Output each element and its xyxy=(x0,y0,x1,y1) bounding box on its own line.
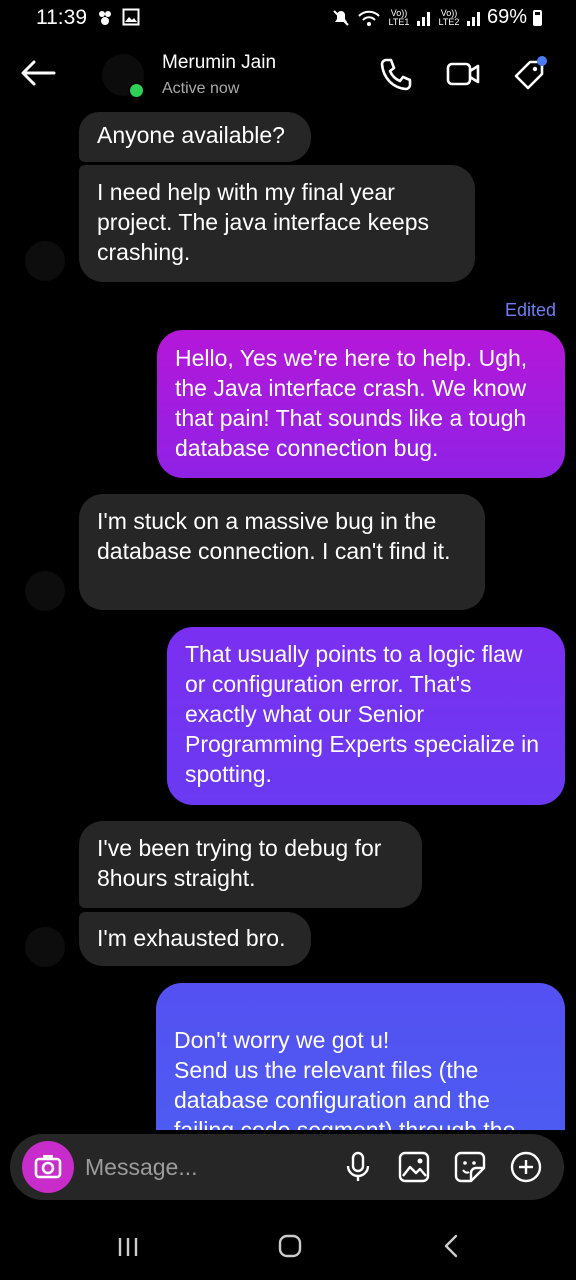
message-text: Hello, Yes we're here to help. Ugh, the … xyxy=(175,345,528,461)
gallery-icon[interactable] xyxy=(397,1150,431,1184)
message-thread[interactable]: Anyone available? I need help with my fi… xyxy=(0,110,576,1130)
status-time: 11:39 xyxy=(36,6,87,29)
contact-name[interactable]: Merumin Jain xyxy=(162,52,276,74)
message-text: That usually points to a logic flaw or c… xyxy=(185,641,540,787)
message-text: Don't worry we got u! Send us the releva… xyxy=(174,1027,516,1130)
video-icon[interactable] xyxy=(445,56,481,92)
camera-icon xyxy=(34,1155,62,1179)
mute-icon xyxy=(333,9,349,26)
contact-avatar-small[interactable] xyxy=(25,241,65,281)
message-composer xyxy=(10,1134,564,1200)
incoming-message[interactable]: I'm exhausted bro. xyxy=(79,912,311,966)
status-right-icons: Vo)) LTE1 Vo)) LTE2 69% xyxy=(331,6,542,29)
camera-button[interactable] xyxy=(22,1141,74,1193)
message-text: I've been trying to debug for 8hours str… xyxy=(97,835,382,891)
message-text: I'm stuck on a massive bug in the databa… xyxy=(97,508,451,564)
message-input[interactable] xyxy=(85,1152,325,1182)
incoming-message[interactable]: Anyone available? xyxy=(79,112,311,162)
sim1-label: Vo)) LTE1 xyxy=(388,7,410,27)
incoming-message[interactable]: I've been trying to debug for 8hours str… xyxy=(79,821,422,908)
message-text: I need help with my final year project. … xyxy=(97,179,429,265)
signal-1-icon xyxy=(416,11,430,26)
back-nav-icon[interactable] xyxy=(432,1230,472,1262)
sim2-label: Vo)) LTE2 xyxy=(438,7,460,27)
edited-label: Edited xyxy=(504,300,556,320)
online-status-dot xyxy=(128,82,145,99)
tag-icon[interactable] xyxy=(512,56,548,92)
home-icon[interactable] xyxy=(270,1230,310,1262)
sticker-icon[interactable] xyxy=(453,1150,487,1184)
outgoing-message[interactable]: That usually points to a logic flaw or c… xyxy=(167,627,565,805)
signal-2-icon xyxy=(466,11,480,26)
battery-icon xyxy=(533,9,542,26)
message-text: Anyone available? xyxy=(97,122,285,148)
status-bar: 11:39 Vo)) LTE1 Vo)) LTE2 69% xyxy=(0,0,576,38)
message-text: I'm exhausted bro. xyxy=(97,925,286,951)
wifi-icon xyxy=(358,10,380,26)
chat-header: Merumin Jain Active now xyxy=(0,38,576,110)
notification-icons xyxy=(96,8,140,26)
incoming-message[interactable]: I'm stuck on a massive bug in the databa… xyxy=(79,494,485,610)
outgoing-message[interactable]: Don't worry we got u! Send us the releva… xyxy=(156,983,565,1130)
recents-icon[interactable] xyxy=(108,1230,148,1262)
phone-icon[interactable] xyxy=(378,56,414,92)
system-nav-bar xyxy=(0,1210,576,1280)
back-arrow-icon[interactable] xyxy=(20,58,56,88)
contact-avatar-small[interactable] xyxy=(25,571,65,611)
contact-avatar-small[interactable] xyxy=(25,927,65,967)
gallery-notification-icon xyxy=(122,8,140,26)
outgoing-message[interactable]: Hello, Yes we're here to help. Ugh, the … xyxy=(157,330,565,478)
battery-percent: 69% xyxy=(486,6,527,28)
contact-status: Active now xyxy=(162,80,240,97)
microphone-icon[interactable] xyxy=(341,1150,375,1184)
plus-icon[interactable] xyxy=(509,1150,543,1184)
incoming-message[interactable]: I need help with my final year project. … xyxy=(79,165,475,282)
app-notification-icon xyxy=(99,11,111,25)
